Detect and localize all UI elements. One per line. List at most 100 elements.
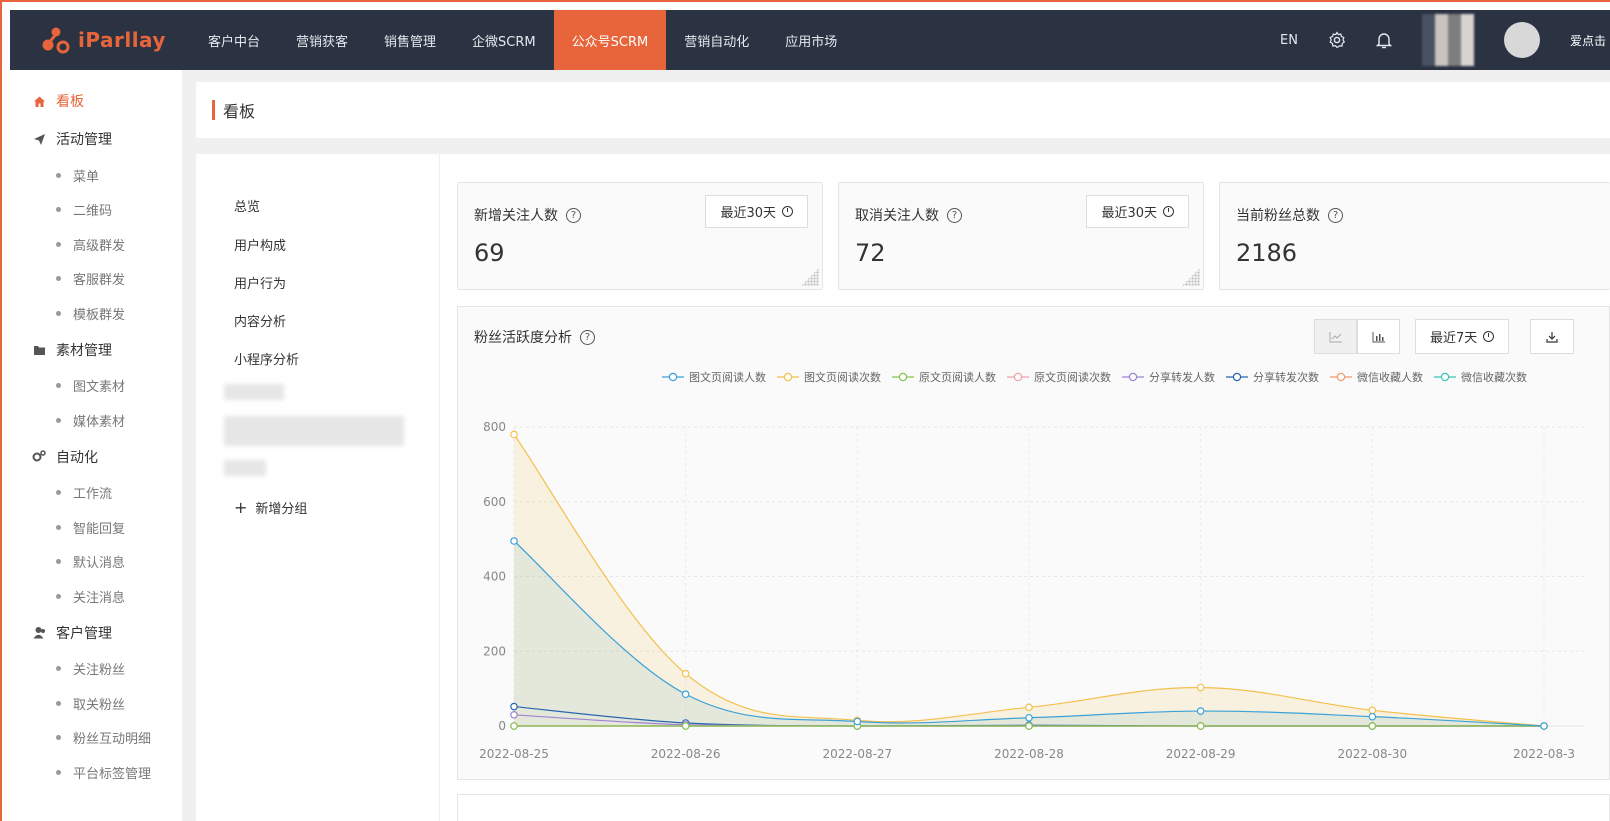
- data-point: [1368, 712, 1377, 721]
- download-icon[interactable]: [1530, 319, 1574, 354]
- language-switch[interactable]: EN: [1280, 33, 1298, 48]
- nav-item[interactable]: 营销自动化: [666, 10, 767, 70]
- group-menu-item[interactable]: 内容分析: [234, 311, 286, 330]
- sidebar-item[interactable]: 媒体素材: [10, 403, 182, 438]
- legend-item[interactable]: 原文页阅读人数: [892, 369, 996, 385]
- legend-item[interactable]: 微信收藏人数: [1330, 369, 1423, 385]
- date-range-label: 最近30天: [720, 206, 776, 221]
- avatar[interactable]: [1504, 22, 1540, 58]
- sidebar-item[interactable]: 平台标签管理: [10, 755, 182, 790]
- group-menu-item[interactable]: 用户行为: [234, 273, 286, 292]
- bar-chart-icon[interactable]: [1357, 319, 1400, 354]
- legend-item[interactable]: 分享转发人数: [1122, 369, 1215, 385]
- sidebar-item-label: 工作流: [73, 487, 113, 503]
- resize-grip-icon[interactable]: [1182, 268, 1200, 286]
- legend-marker-icon: [1122, 372, 1144, 382]
- sidebar-section[interactable]: 活动管理: [10, 120, 182, 158]
- sidebar-item[interactable]: 关注粉丝: [10, 652, 182, 687]
- chart-date-range-button[interactable]: 最近7天: [1415, 319, 1510, 354]
- sidebar-item[interactable]: 粉丝互动明细: [10, 721, 182, 756]
- data-point: [1196, 707, 1205, 715]
- legend-item[interactable]: 分享转发次数: [1226, 369, 1319, 385]
- nav-item[interactable]: 销售管理: [366, 10, 454, 70]
- sidebar-item[interactable]: 菜单: [10, 158, 182, 193]
- sidebar-item[interactable]: 智能回复: [10, 510, 182, 545]
- stat-value: 2186: [1236, 239, 1298, 267]
- date-range-button[interactable]: 最近30天: [1086, 195, 1189, 228]
- username[interactable]: 爱点击: [1570, 32, 1610, 49]
- legend-item[interactable]: 微信收藏次数: [1434, 369, 1527, 385]
- data-point: [1196, 722, 1205, 730]
- stat-label-text: 取消关注人数: [855, 208, 939, 224]
- legend-label: 分享转发次数: [1253, 371, 1319, 384]
- page-title: 看板: [223, 102, 256, 121]
- help-icon[interactable]: ?: [566, 207, 581, 223]
- sidebar-item[interactable]: 工作流: [10, 476, 182, 511]
- sidebar-item-label: 默认消息: [73, 556, 126, 572]
- stat-label: 当前粉丝总数 ?: [1236, 205, 1343, 225]
- qr-code-blurred[interactable]: [1422, 14, 1474, 66]
- date-range-button[interactable]: 最近30天: [705, 195, 808, 228]
- sidebar-section-label: 自动化: [56, 449, 98, 466]
- blurred-menu-item[interactable]: [224, 384, 284, 400]
- main-area: 看板 + 新增分组 总览用户构成用户行为内容分析小程序分析 新增关注人数 ? 6…: [182, 70, 1610, 821]
- help-icon[interactable]: ?: [947, 207, 962, 223]
- nav-item[interactable]: 企微SCRM: [454, 10, 554, 70]
- send-icon: [32, 133, 46, 146]
- legend-item[interactable]: 图文页阅读人数: [662, 369, 766, 385]
- sidebar-item[interactable]: 高级群发: [10, 227, 182, 262]
- sidebar-item[interactable]: 客服群发: [10, 262, 182, 297]
- bullet-icon: [56, 735, 61, 741]
- home-icon: [32, 95, 46, 108]
- sidebar-item[interactable]: 关注消息: [10, 579, 182, 614]
- bullet-icon: [56, 417, 61, 423]
- data-point: [510, 722, 518, 730]
- sidebar-item[interactable]: 取关粉丝: [10, 686, 182, 721]
- blurred-menu-item[interactable]: [224, 416, 404, 446]
- add-group-label: 新增分组: [255, 502, 308, 517]
- nav-item[interactable]: 公众号SCRM: [553, 10, 667, 70]
- group-menu-item[interactable]: 小程序分析: [234, 349, 299, 368]
- group-menu-item[interactable]: 用户构成: [234, 235, 286, 254]
- group-menu-item[interactable]: 总览: [234, 196, 260, 215]
- stat-card-new-followers: 新增关注人数 ? 69 最近30天: [457, 182, 823, 290]
- add-group-button[interactable]: + 新增分组: [234, 498, 307, 517]
- sidebar-item-label: 媒体素材: [73, 414, 126, 430]
- sidebar-section[interactable]: 看板: [10, 82, 182, 120]
- sidebar-item-label: 模板群发: [73, 307, 126, 323]
- sidebar-item[interactable]: 图文素材: [10, 369, 182, 404]
- nav-item[interactable]: 应用市场: [767, 10, 855, 70]
- settings-icon[interactable]: [1328, 31, 1346, 49]
- sidebar-item[interactable]: 模板群发: [10, 296, 182, 331]
- sidebar: 看板 活动管理 菜单二维码高级群发 客服群发模板群发素材管理图文素材媒体素材自动化工作…: [10, 70, 182, 821]
- sidebar-section[interactable]: 客户管理: [10, 614, 182, 652]
- legend-marker-icon: [777, 372, 799, 382]
- blurred-menu-item[interactable]: [224, 460, 266, 476]
- resize-grip-icon[interactable]: [801, 268, 819, 286]
- top-navbar: iParllay 客户中台 营销获客 销售管理 企微SCRM 公众号SCRM 营销自动化应…: [10, 10, 1610, 70]
- line-chart-icon[interactable]: [1314, 319, 1357, 354]
- data-point: [510, 430, 518, 439]
- x-tick-label: 2022-08-25: [479, 747, 549, 761]
- brand-logo[interactable]: iParllay: [10, 10, 180, 70]
- help-icon[interactable]: ?: [580, 329, 595, 345]
- fan-activity-chart: 0 200 400 600 800 2022-08-25 2022-08-26 2022-08…: [479, 420, 1584, 761]
- legend-label: 原文页阅读次数: [1034, 371, 1111, 384]
- sidebar-item[interactable]: 二维码: [10, 193, 182, 228]
- sidebar-item-label: 二维码: [73, 204, 113, 220]
- legend-item[interactable]: 图文页阅读次数: [777, 369, 881, 385]
- title-accent-bar: [212, 100, 215, 120]
- bell-icon[interactable]: [1376, 31, 1392, 49]
- y-tick-label: 200: [483, 644, 506, 658]
- legend-marker-icon: [1330, 372, 1352, 382]
- data-point: [853, 717, 862, 726]
- date-range-label: 最近30天: [1101, 206, 1157, 221]
- legend-item[interactable]: 原文页阅读次数: [1007, 369, 1111, 385]
- sidebar-item[interactable]: 默认消息: [10, 545, 182, 580]
- sidebar-section[interactable]: 自动化: [10, 438, 182, 476]
- sidebar-section[interactable]: 素材管理: [10, 331, 182, 369]
- help-icon[interactable]: ?: [1328, 207, 1343, 223]
- sidebar-item-label: 图文素材: [73, 380, 126, 396]
- nav-item[interactable]: 客户中台: [190, 10, 278, 70]
- nav-item[interactable]: 营销获客: [278, 10, 366, 70]
